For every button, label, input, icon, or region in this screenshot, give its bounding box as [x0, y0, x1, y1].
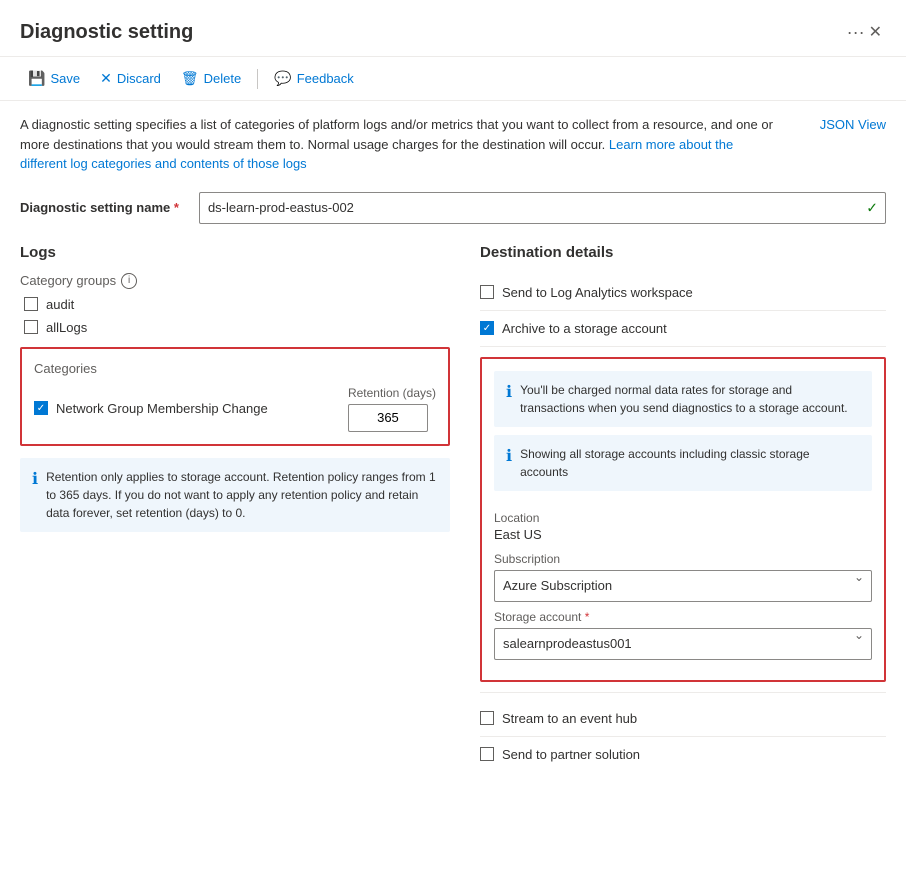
json-view-link[interactable]: JSON View — [820, 115, 886, 135]
main-content: Logs Category groups i audit allLogs Cat… — [0, 240, 906, 772]
retention-info-box: ℹ Retention only applies to storage acco… — [20, 458, 450, 532]
save-label: Save — [50, 71, 80, 86]
categories-header: Categories — [34, 361, 436, 376]
log-analytics-label: Send to Log Analytics workspace — [502, 285, 693, 300]
allLogs-label: allLogs — [46, 320, 87, 335]
save-button[interactable]: 💾 Save — [20, 65, 88, 92]
archive-checkbox[interactable] — [480, 321, 494, 335]
logs-title: Logs — [20, 244, 450, 261]
feedback-label: Feedback — [297, 71, 354, 86]
storage-account-select[interactable]: salearnprodeastus001 — [494, 628, 872, 660]
storage-account-label: Storage account * — [494, 610, 872, 624]
category-left: Network Group Membership Change — [34, 401, 268, 416]
storage-required-indicator: * — [585, 610, 590, 624]
category-groups-info-icon[interactable]: i — [121, 273, 137, 289]
setting-name-input[interactable] — [199, 192, 886, 224]
setting-name-row: Diagnostic setting name * ✓ — [0, 184, 906, 240]
close-button[interactable]: ✕ — [865, 18, 886, 46]
category-groups-label: Category groups i — [20, 273, 450, 289]
audit-label: audit — [46, 297, 74, 312]
archive-info-icon: ℹ — [506, 382, 512, 417]
delete-label: Delete — [204, 71, 242, 86]
stream-label: Stream to an event hub — [502, 711, 637, 726]
allLogs-checkbox[interactable] — [24, 320, 38, 334]
partner-row: Send to partner solution — [480, 737, 886, 772]
retention-info-icon: ℹ — [32, 469, 38, 522]
stream-checkbox[interactable] — [480, 711, 494, 725]
log-analytics-checkbox[interactable] — [480, 285, 494, 299]
categories-box: Categories Network Group Membership Chan… — [20, 347, 450, 446]
retention-input[interactable] — [348, 404, 428, 432]
location-value: East US — [494, 527, 872, 542]
archive-info-box: ℹ You'll be charged normal data rates fo… — [494, 371, 872, 427]
retention-col: Retention (days) — [348, 386, 436, 432]
check-icon: ✓ — [866, 199, 878, 216]
setting-name-input-wrap: ✓ — [199, 192, 886, 224]
audit-checkbox[interactable] — [24, 297, 38, 311]
description-text: A diagnostic setting specifies a list of… — [20, 115, 780, 174]
subscription-wrap: Subscription Azure Subscription ⌄ — [494, 552, 872, 602]
retention-info-text: Retention only applies to storage accoun… — [46, 468, 438, 522]
subscription-label: Subscription — [494, 552, 872, 566]
showing-info-icon: ℹ — [506, 446, 512, 481]
panel-header: Diagnostic setting ··· ✕ — [0, 0, 906, 57]
setting-name-label: Diagnostic setting name * — [20, 200, 179, 215]
save-icon: 💾 — [28, 70, 45, 87]
network-group-checkbox[interactable] — [34, 401, 48, 415]
subscription-select[interactable]: Azure Subscription — [494, 570, 872, 602]
delete-button[interactable]: 🗑 Delete — [173, 65, 249, 92]
allLogs-row: allLogs — [20, 320, 450, 335]
discard-label: Discard — [117, 71, 161, 86]
feedback-button[interactable]: 💬 Feedback — [266, 65, 362, 92]
showing-info-box: ℹ Showing all storage accounts including… — [494, 435, 872, 491]
logs-section: Logs Category groups i audit allLogs Cat… — [20, 240, 450, 772]
archive-row: Archive to a storage account — [480, 311, 886, 347]
discard-icon: ✕ — [100, 70, 112, 87]
destination-title: Destination details — [480, 244, 886, 261]
audit-row: audit — [20, 297, 450, 312]
toolbar: 💾 Save ✕ Discard 🗑 Delete 💬 Feedback — [0, 57, 906, 101]
archive-info-text: You'll be charged normal data rates for … — [520, 381, 860, 417]
toolbar-separator — [257, 69, 258, 89]
close-icon: ✕ — [869, 24, 882, 41]
log-analytics-row: Send to Log Analytics workspace — [480, 275, 886, 311]
location-label: Location — [494, 511, 872, 525]
destination-section: Destination details Send to Log Analytic… — [480, 240, 886, 772]
partner-checkbox[interactable] — [480, 747, 494, 761]
stream-row: Stream to an event hub — [480, 701, 886, 737]
diagnostic-setting-panel: Diagnostic setting ··· ✕ 💾 Save ✕ Discar… — [0, 0, 906, 880]
discard-button[interactable]: ✕ Discard — [92, 65, 169, 92]
delete-icon: 🗑 — [181, 70, 199, 87]
showing-info-text: Showing all storage accounts including c… — [520, 445, 860, 481]
retention-label: Retention (days) — [348, 386, 436, 400]
archive-label: Archive to a storage account — [502, 321, 667, 336]
category-row: Network Group Membership Change Retentio… — [34, 386, 436, 432]
feedback-icon: 💬 — [274, 70, 291, 87]
archive-details-section: ℹ You'll be charged normal data rates fo… — [480, 357, 886, 682]
divider — [480, 692, 886, 693]
description-section: A diagnostic setting specifies a list of… — [0, 101, 906, 184]
partner-label: Send to partner solution — [502, 747, 640, 762]
location-section: Location East US — [494, 501, 872, 552]
network-group-label: Network Group Membership Change — [56, 401, 268, 416]
panel-title: Diagnostic setting — [20, 21, 837, 44]
storage-account-wrap: Storage account * salearnprodeastus001 ⌄ — [494, 610, 872, 660]
required-indicator: * — [174, 200, 179, 215]
panel-ellipsis[interactable]: ··· — [847, 22, 865, 43]
